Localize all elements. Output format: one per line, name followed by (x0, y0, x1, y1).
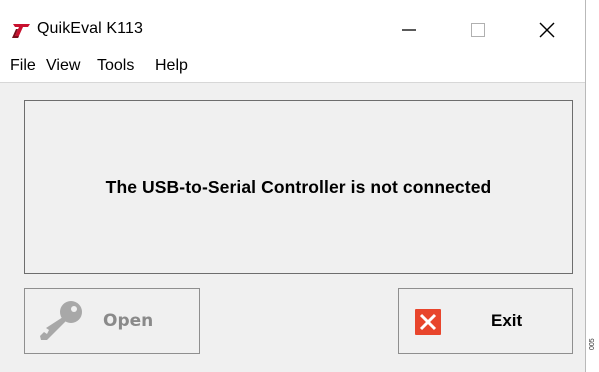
open-button-label: Open (103, 311, 154, 331)
minimize-button[interactable] (386, 10, 432, 50)
menu-help[interactable]: Help (155, 57, 188, 75)
maximize-icon (471, 23, 485, 37)
open-button[interactable]: Open (24, 288, 200, 354)
quikeval-window: QuikEval K113 File View Tools Help The U… (0, 0, 586, 372)
window-title: QuikEval K113 (37, 20, 143, 37)
figure-code: 005 (589, 338, 596, 350)
close-button[interactable] (524, 10, 570, 50)
menu-bar: File View Tools Help (0, 54, 585, 83)
menu-view[interactable]: View (46, 57, 80, 75)
key-icon (40, 301, 82, 340)
maximize-button[interactable] (455, 10, 501, 50)
minimize-icon (402, 29, 416, 31)
title-bar[interactable]: QuikEval K113 (0, 0, 585, 54)
menu-file[interactable]: File (10, 57, 36, 75)
close-icon (539, 22, 555, 38)
menu-tools[interactable]: Tools (97, 57, 134, 75)
status-message: The USB-to-Serial Controller is not conn… (105, 176, 492, 197)
close-x-icon (415, 309, 441, 335)
exit-button-label: Exit (491, 311, 523, 330)
status-panel: The USB-to-Serial Controller is not conn… (24, 100, 573, 274)
app-logo-icon (12, 24, 30, 38)
exit-button[interactable]: Exit (398, 288, 573, 354)
